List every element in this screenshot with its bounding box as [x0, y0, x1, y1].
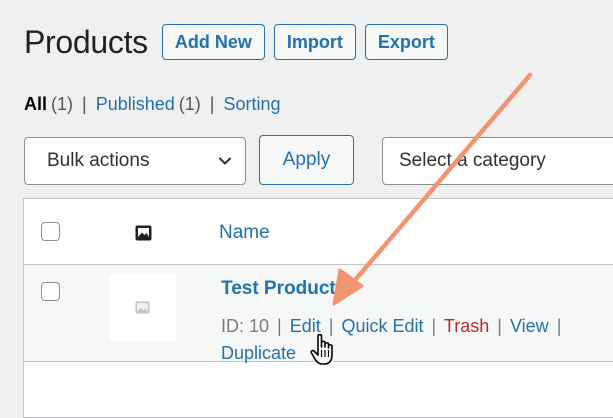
bulk-actions-value: Bulk actions [47, 150, 150, 171]
product-thumbnail[interactable] [109, 274, 176, 341]
action-separator: | [497, 316, 502, 336]
filter-separator: | [82, 94, 87, 114]
quick-edit-link[interactable]: Quick Edit [342, 316, 424, 336]
table-header: Name [24, 199, 613, 265]
products-table: Name Test Product ID: 10 | Edit | Quick … [23, 198, 613, 418]
import-button[interactable]: Import [273, 24, 356, 60]
action-separator: | [431, 316, 437, 336]
filter-all-count: (1) [51, 94, 74, 114]
filter-separator: | [209, 94, 215, 114]
filter-published[interactable]: Published [96, 94, 175, 115]
filter-sorting[interactable]: Sorting [223, 94, 280, 115]
add-new-button[interactable]: Add New [161, 24, 265, 60]
column-name-header[interactable]: Name [219, 222, 270, 244]
filter-published-count: (1) [178, 94, 201, 114]
image-icon [135, 225, 152, 241]
chevron-down-icon [219, 157, 231, 165]
placeholder-image-icon [135, 301, 150, 314]
status-filter-links: All (1) | Published (1) | Sorting [24, 94, 281, 115]
bulk-actions-select[interactable]: Bulk actions [24, 137, 246, 185]
duplicate-link[interactable]: Duplicate [221, 343, 296, 363]
action-separator: | [277, 316, 282, 336]
filter-all[interactable]: All [24, 94, 47, 115]
page-header: Products Add New Import Export [24, 22, 457, 62]
action-separator: | [556, 316, 562, 336]
trash-link[interactable]: Trash [444, 316, 489, 336]
hand-pointer-cursor-icon [310, 333, 333, 365]
row-checkbox[interactable] [41, 282, 60, 301]
page-title: Products [24, 24, 148, 60]
product-name-link[interactable]: Test Product [221, 278, 336, 300]
product-id: ID: 10 [221, 316, 270, 336]
export-button[interactable]: Export [364, 24, 448, 60]
select-all-checkbox[interactable] [41, 222, 60, 241]
apply-button[interactable]: Apply [259, 135, 354, 185]
view-link[interactable]: View [510, 316, 549, 336]
category-select-value: Select a category [399, 150, 546, 171]
category-select[interactable]: Select a category [382, 137, 613, 185]
row-actions: ID: 10 | Edit | Quick Edit | Trash | Vie… [221, 313, 613, 367]
